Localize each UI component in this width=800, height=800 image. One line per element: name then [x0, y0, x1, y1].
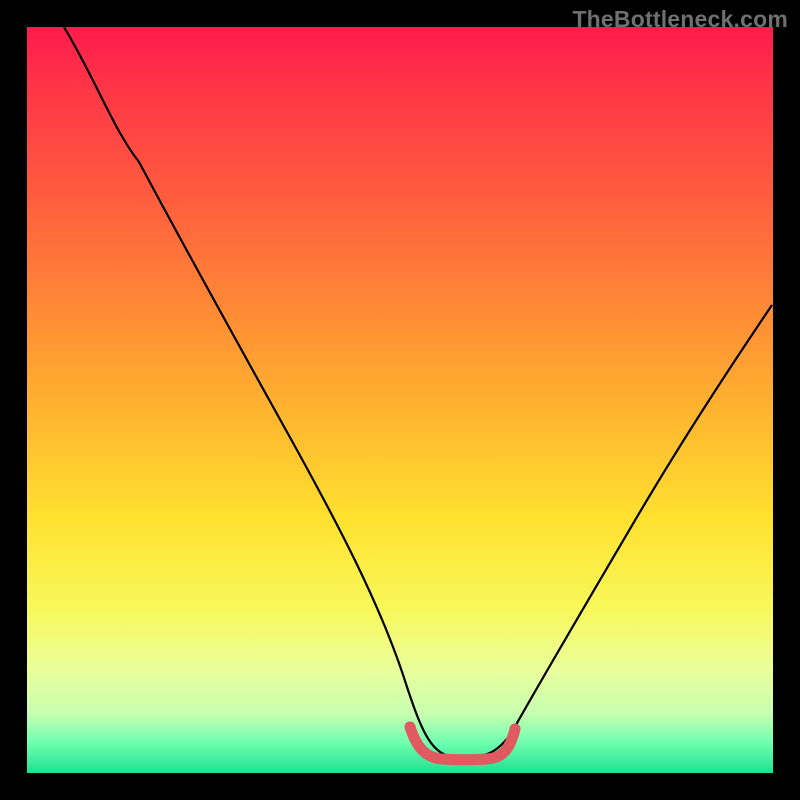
- chart-svg-layer: [27, 27, 773, 773]
- watermark-text: TheBottleneck.com: [572, 6, 788, 33]
- optimal-zone-start-dot: [405, 722, 416, 733]
- bottleneck-curve: [64, 27, 772, 757]
- optimal-zone-path: [410, 727, 515, 760]
- chart-plot-area: [27, 27, 773, 773]
- bottleneck-curve-path: [64, 27, 772, 757]
- optimal-zone-end-dot: [510, 724, 521, 735]
